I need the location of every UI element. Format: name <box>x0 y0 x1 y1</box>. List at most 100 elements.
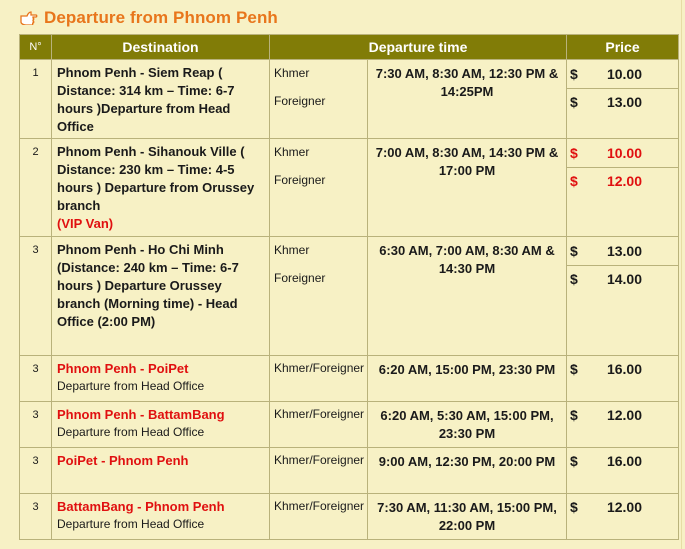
table-row: 2 Phnom Penh - Sihanouk Ville ( Distance:… <box>19 138 679 237</box>
currency-symbol: $ <box>570 271 578 287</box>
price-line: $16.00 <box>567 361 678 379</box>
column-header-departure-time: Departure time <box>269 34 567 60</box>
route-name: Phnom Penh - Ho Chi Minh (Distance: 240 … <box>57 241 265 331</box>
row-number: 3 <box>19 493 52 540</box>
price-amount: 10.00 <box>606 66 642 82</box>
passenger-type: Khmer <box>274 145 310 159</box>
passenger-type-cell: Khmer Foreigner <box>269 59 368 139</box>
price-amount: 13.00 <box>606 94 642 110</box>
price-amount: 12.00 <box>606 173 642 189</box>
table-row: 3 PoiPet - Phnom Penh Khmer/Foreigner 9:00 … <box>19 447 679 494</box>
departure-times: 7:30 AM, 11:30 AM, 15:00 PM, 22:00 PM <box>367 493 567 540</box>
price-amount: 10.00 <box>606 145 642 161</box>
departure-times: 9:00 AM, 12:30 PM, 20:00 PM <box>367 447 567 494</box>
destination-cell: Phnom Penh - BattamBang Departure from He… <box>51 401 270 448</box>
price-cell: $16.00 <box>566 355 679 402</box>
route-description: Phnom Penh - Ho Chi Minh (Distance: 240 … <box>57 242 239 329</box>
currency-symbol: $ <box>570 361 578 377</box>
price-line: $10.00 <box>567 145 678 163</box>
price-amount: 14.00 <box>606 271 642 287</box>
currency-symbol: $ <box>570 66 578 82</box>
row-number: 3 <box>19 401 52 448</box>
price-amount: 12.00 <box>606 407 642 423</box>
currency-symbol: $ <box>570 145 578 161</box>
row-number: 3 <box>19 447 52 494</box>
passenger-type: Khmer <box>274 66 310 80</box>
destination-cell: Phnom Penh - Sihanouk Ville ( Distance: … <box>51 138 270 237</box>
table-row: 3 BattamBang - Phnom Penh Departure from H… <box>19 493 679 540</box>
passenger-type: Foreigner <box>274 173 326 187</box>
passenger-type-cell: Khmer/Foreigner <box>269 355 368 402</box>
row-number: 3 <box>19 236 52 356</box>
price-line: $13.00 <box>567 94 678 112</box>
table-row: 3 Phnom Penh - Ho Chi Minh (Distance: 240… <box>19 236 679 356</box>
passenger-type-cell: Khmer Foreigner <box>269 236 368 356</box>
scrollbar-edge <box>681 0 685 549</box>
row-number: 1 <box>19 59 52 139</box>
price-cell: $10.00 $13.00 <box>566 59 679 139</box>
route-highlight: BattamBang - Phnom Penh <box>57 499 225 514</box>
currency-symbol: $ <box>570 499 578 515</box>
destination-cell: Phnom Penh - PoiPet Departure from Head O… <box>51 355 270 402</box>
destination-cell: Phnom Penh - Siem Reap ( Distance: 314 k… <box>51 59 270 139</box>
departure-times: 6:30 AM, 7:00 AM, 8:30 AM & 14:30 PM <box>367 236 567 356</box>
price-cell: $13.00 $14.00 <box>566 236 679 356</box>
price-divider <box>567 265 678 266</box>
price-cell: $10.00 $12.00 <box>566 138 679 237</box>
route-name: Phnom Penh - Sihanouk Ville ( Distance: … <box>57 143 265 233</box>
price-amount: 12.00 <box>606 499 642 515</box>
currency-symbol: $ <box>570 173 578 189</box>
departure-note: Departure from Head Office <box>57 379 205 393</box>
price-cell: $12.00 <box>566 493 679 540</box>
column-header-destination: Destination <box>51 34 270 60</box>
passenger-type: Khmer/Foreigner <box>274 499 365 513</box>
price-line: $10.00 <box>567 66 678 84</box>
route-highlight: PoiPet - Phnom Penh <box>57 453 189 468</box>
price-cell: $12.00 <box>566 401 679 448</box>
departure-times: 6:20 AM, 15:00 PM, 23:30 PM <box>367 355 567 402</box>
passenger-type-cell: Khmer/Foreigner <box>269 493 368 540</box>
route-name: Phnom Penh - BattamBang <box>57 406 265 424</box>
route-highlight: Phnom Penh - PoiPet <box>57 361 189 376</box>
route-highlight: (VIP Van) <box>57 216 114 231</box>
schedule-table: N° Destination Departure time Price 1 Phn… <box>19 34 679 540</box>
price-amount: 16.00 <box>606 453 642 469</box>
price-divider <box>567 167 678 168</box>
passenger-type: Khmer <box>274 243 310 257</box>
section-header: Departure from Phnom Penh <box>20 6 278 30</box>
route-name: PoiPet - Phnom Penh <box>57 452 265 470</box>
route-highlight: Phnom Penh - BattamBang <box>57 407 225 422</box>
table-row: 3 Phnom Penh - PoiPet Departure from Head … <box>19 355 679 402</box>
price-line: $14.00 <box>567 271 678 289</box>
departure-note: Departure from Head Office <box>57 517 205 531</box>
route-name: BattamBang - Phnom Penh <box>57 498 265 516</box>
currency-symbol: $ <box>570 94 578 110</box>
departure-times: 7:00 AM, 8:30 AM, 14:30 PM & 17:00 PM <box>367 138 567 237</box>
currency-symbol: $ <box>570 453 578 469</box>
table-row: 3 Phnom Penh - BattamBang Departure from H… <box>19 401 679 448</box>
price-line: $12.00 <box>567 173 678 191</box>
passenger-type-cell: Khmer/Foreigner <box>269 401 368 448</box>
departure-note: Departure from Head Office <box>57 425 205 439</box>
route-name: Phnom Penh - Siem Reap ( Distance: 314 k… <box>57 64 265 136</box>
passenger-type-cell: Khmer/Foreigner <box>269 447 368 494</box>
row-number: 3 <box>19 355 52 402</box>
table-header-row: N° Destination Departure time Price <box>19 34 679 60</box>
column-header-price: Price <box>566 34 679 60</box>
passenger-type: Foreigner <box>274 94 326 108</box>
destination-cell: PoiPet - Phnom Penh <box>51 447 270 494</box>
passenger-type: Khmer/Foreigner <box>274 407 365 421</box>
page-title: Departure from Phnom Penh <box>44 8 278 27</box>
route-description: Phnom Penh - Sihanouk Ville ( Distance: … <box>57 144 255 213</box>
price-amount: 16.00 <box>606 361 642 377</box>
destination-cell: BattamBang - Phnom Penh Departure from He… <box>51 493 270 540</box>
row-number: 2 <box>19 138 52 237</box>
route-description: Phnom Penh - Siem Reap ( Distance: 314 k… <box>57 65 235 134</box>
price-divider <box>567 88 678 89</box>
departure-times: 7:30 AM, 8:30 AM, 12:30 PM & 14:25PM <box>367 59 567 139</box>
price-line: $12.00 <box>567 499 678 517</box>
passenger-type-cell: Khmer Foreigner <box>269 138 368 237</box>
passenger-type: Khmer/Foreigner <box>274 361 365 375</box>
column-header-number: N° <box>19 34 52 60</box>
price-cell: $16.00 <box>566 447 679 494</box>
